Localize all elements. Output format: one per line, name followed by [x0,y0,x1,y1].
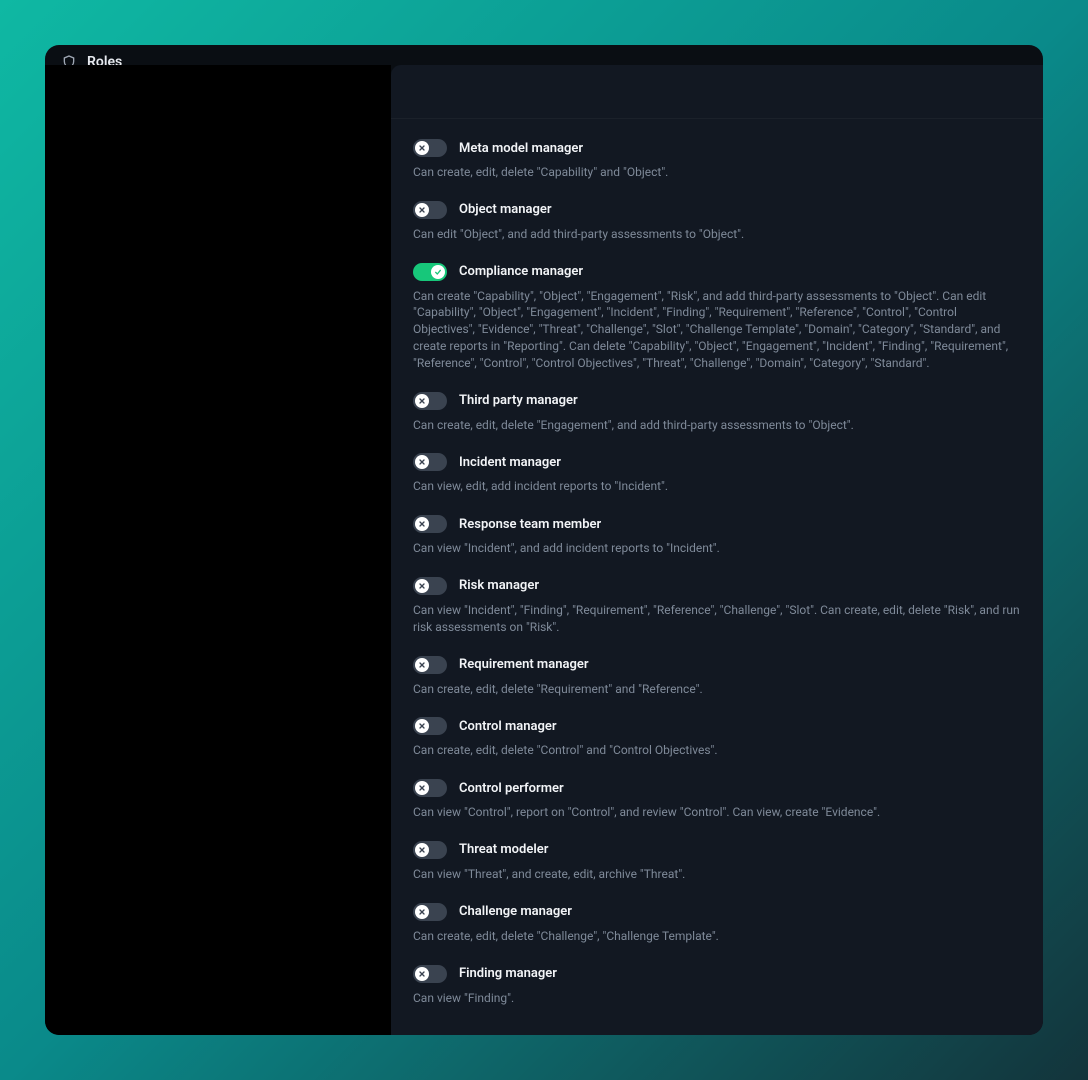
role-label: Compliance manager [459,264,583,279]
role-head: Finding manager [413,965,1021,983]
x-icon [415,658,429,672]
role-row: Response team member Can view "Incident",… [413,515,1021,557]
role-description: Can create, edit, delete "Engagement", a… [413,417,1021,434]
role-toggle[interactable] [413,577,447,595]
role-toggle[interactable] [413,453,447,471]
role-toggle[interactable] [413,841,447,859]
role-label: Threat modeler [459,842,548,857]
role-row: Challenge manager Can create, edit, delet… [413,903,1021,945]
role-toggle[interactable] [413,717,447,735]
role-row: Third party manager Can create, edit, del… [413,392,1021,434]
x-icon [415,719,429,733]
sidebar [45,65,391,1035]
role-description: Can view "Threat", and create, edit, arc… [413,866,1021,883]
role-label: Incident manager [459,455,561,470]
x-icon [415,517,429,531]
layout: Meta model manager Can create, edit, dele… [45,65,1043,1035]
role-row: Incident manager Can view, edit, add inci… [413,453,1021,495]
role-toggle[interactable] [413,965,447,983]
role-head: Threat modeler [413,841,1021,859]
x-icon [415,781,429,795]
x-icon [415,141,429,155]
role-label: Response team member [459,517,601,532]
role-description: Can edit "Object", and add third-party a… [413,226,1021,243]
role-description: Can create, edit, delete "Challenge", "C… [413,928,1021,945]
role-head: Requirement manager [413,656,1021,674]
role-description: Can view "Incident", "Finding", "Require… [413,602,1021,636]
role-toggle[interactable] [413,263,447,281]
roles-list: Meta model manager Can create, edit, dele… [391,119,1043,1035]
role-row: Control manager Can create, edit, delete … [413,717,1021,759]
x-icon [415,203,429,217]
role-description: Can create "Capability", "Object", "Enga… [413,288,1021,372]
role-toggle[interactable] [413,201,447,219]
role-row: Risk manager Can view "Incident", "Findin… [413,577,1021,636]
role-label: Risk manager [459,578,539,593]
role-row: Object manager Can edit "Object", and add… [413,201,1021,243]
role-head: Compliance manager [413,263,1021,281]
role-head: Object manager [413,201,1021,219]
role-row: Finding manager Can view "Finding". [413,965,1021,1007]
role-head: Risk manager [413,577,1021,595]
x-icon [415,905,429,919]
role-description: Can create, edit, delete "Requirement" a… [413,681,1021,698]
role-label: Third party manager [459,393,578,408]
role-head: Control performer [413,779,1021,797]
role-label: Finding manager [459,966,557,981]
role-head: Response team member [413,515,1021,533]
roles-panel: Meta model manager Can create, edit, dele… [391,65,1043,1035]
role-head: Third party manager [413,392,1021,410]
role-toggle[interactable] [413,139,447,157]
role-toggle[interactable] [413,392,447,410]
role-head: Challenge manager [413,903,1021,921]
x-icon [415,455,429,469]
role-row: Requirement manager Can create, edit, del… [413,656,1021,698]
role-description: Can view "Control", report on "Control",… [413,804,1021,821]
role-description: Can view "Finding". [413,990,1021,1007]
role-label: Control manager [459,719,557,734]
role-label: Meta model manager [459,141,583,156]
role-toggle[interactable] [413,515,447,533]
role-description: Can view, edit, add incident reports to … [413,478,1021,495]
header-bar: Roles [45,45,1043,65]
role-toggle[interactable] [413,779,447,797]
role-label: Challenge manager [459,904,572,919]
check-icon [431,265,445,279]
role-row: Control performer Can view "Control", rep… [413,779,1021,821]
role-head: Meta model manager [413,139,1021,157]
role-head: Incident manager [413,453,1021,471]
x-icon [415,579,429,593]
role-row: Threat modeler Can view "Threat", and cre… [413,841,1021,883]
role-row: Compliance manager Can create "Capability… [413,263,1021,372]
x-icon [415,967,429,981]
role-label: Requirement manager [459,657,589,672]
role-description: Can create, edit, delete "Capability" an… [413,164,1021,181]
window: Roles Meta model manager Can create, edit… [45,45,1043,1035]
role-description: Can create, edit, delete "Control" and "… [413,742,1021,759]
role-head: Control manager [413,717,1021,735]
role-row: Meta model manager Can create, edit, dele… [413,139,1021,181]
role-label: Object manager [459,202,552,217]
x-icon [415,394,429,408]
role-toggle[interactable] [413,656,447,674]
x-icon [415,843,429,857]
role-label: Control performer [459,781,564,796]
role-toggle[interactable] [413,903,447,921]
role-description: Can view "Incident", and add incident re… [413,540,1021,557]
panel-toolbar [391,65,1043,119]
